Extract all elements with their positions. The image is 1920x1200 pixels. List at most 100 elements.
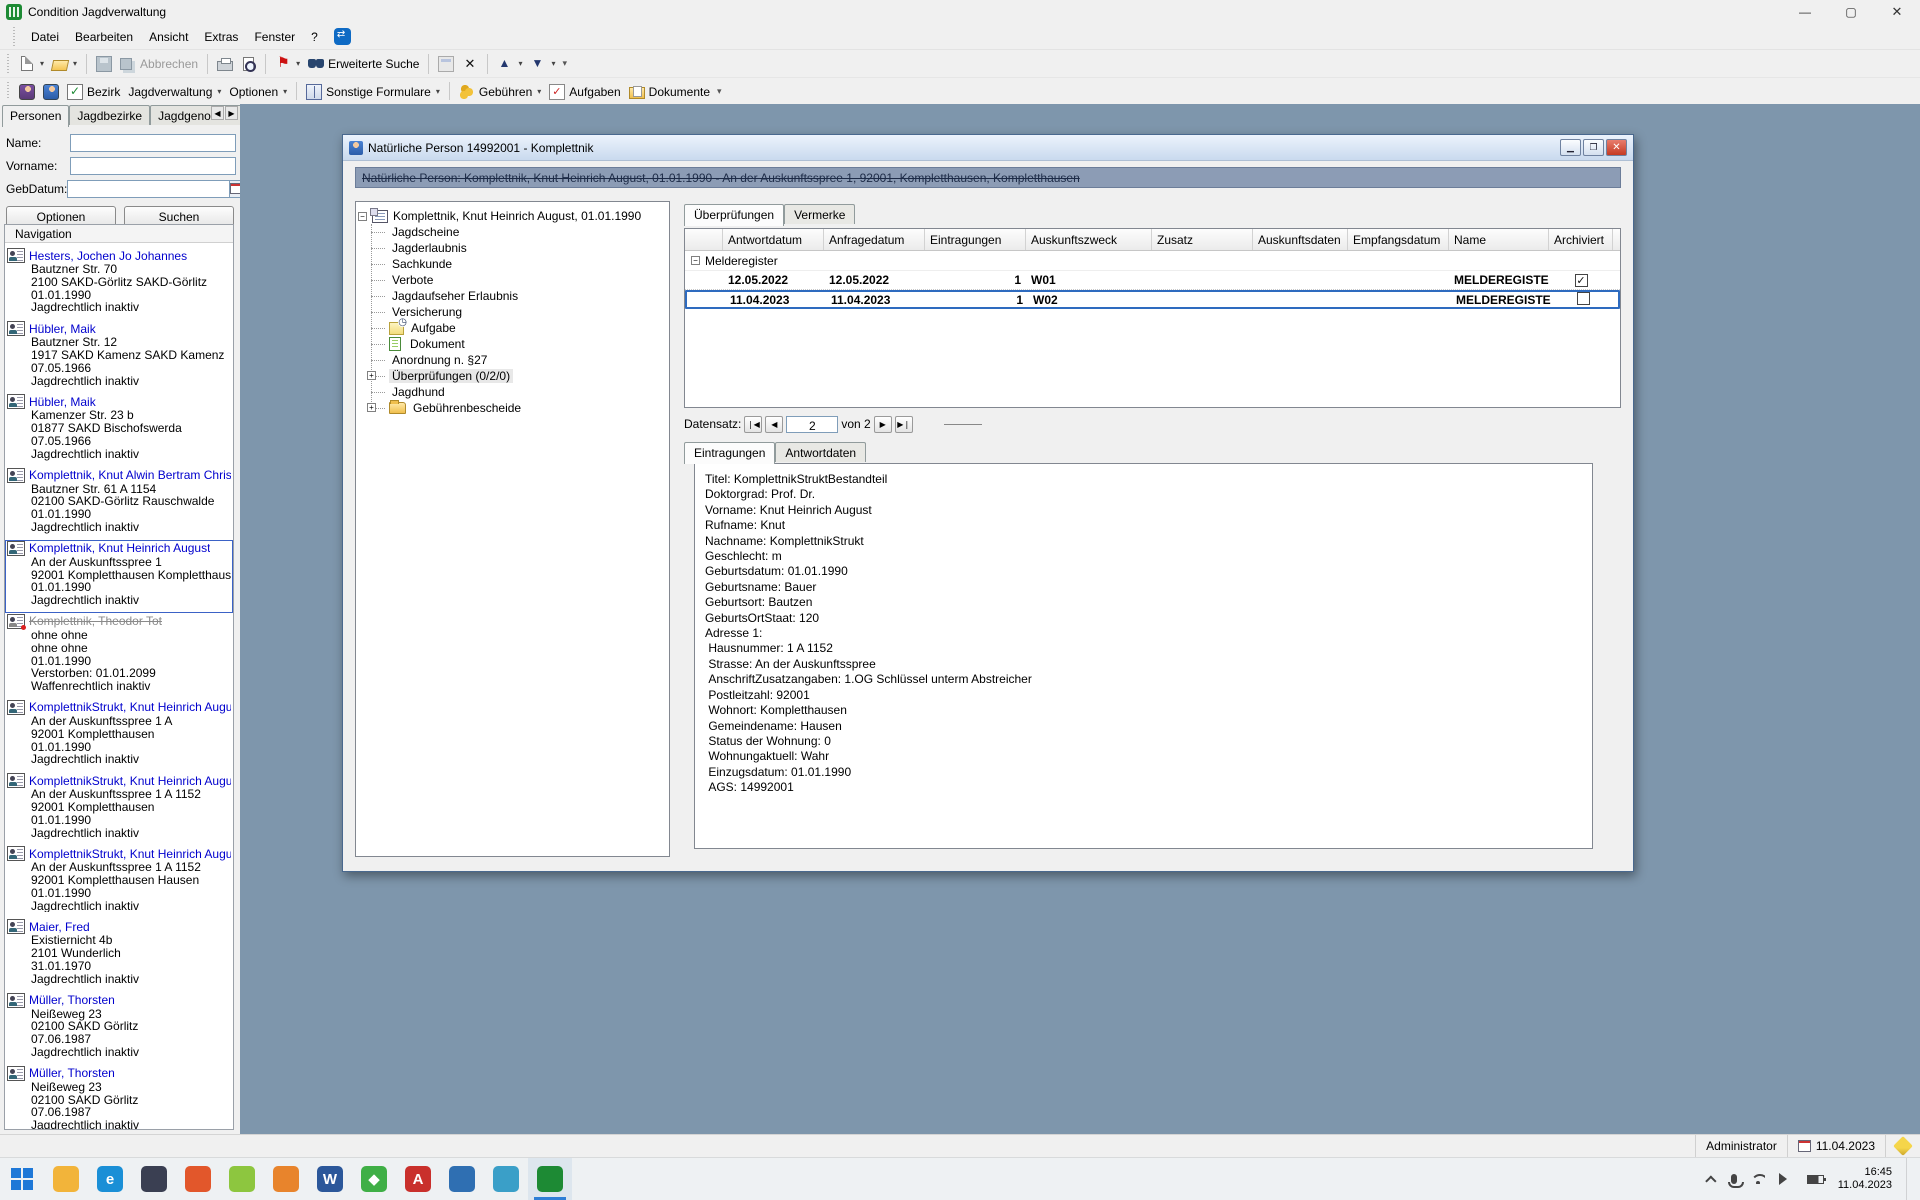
close-button[interactable]: ✕ [1874, 0, 1920, 24]
tree-item-dokument[interactable]: Dokument [371, 336, 667, 352]
expand-icon[interactable]: + [367, 371, 376, 380]
taskbar-clock[interactable]: 16:45 11.04.2023 [1838, 1166, 1892, 1192]
network-icon[interactable] [1751, 1174, 1765, 1184]
hidden-icons-chevron[interactable] [1705, 1175, 1716, 1186]
table-group-row[interactable]: − Melderegister [685, 251, 1620, 271]
file-explorer-icon[interactable] [44, 1158, 88, 1200]
tree-item-gebührenbescheide[interactable]: +Gebührenbescheide [371, 400, 667, 416]
browser-dark-icon[interactable] [132, 1158, 176, 1200]
menu-item-3[interactable]: Ansicht [141, 27, 196, 47]
record-number-input[interactable]: 2 [786, 416, 838, 433]
tree-item-jagdscheine[interactable]: Jagdscheine [371, 224, 667, 240]
optionen-menu-button[interactable]: Optionen▾ [225, 83, 291, 101]
column-header-anfragedatum[interactable]: Anfragedatum [824, 229, 925, 250]
diamond-green-icon[interactable]: ◆ [352, 1158, 396, 1200]
tab-überprüfungen[interactable]: Überprüfungen [684, 204, 784, 226]
person-list-item[interactable]: KomplettnikStrukt, Knut Heinrich AuguAn … [5, 772, 233, 845]
archiviert-checkbox[interactable] [1577, 292, 1590, 305]
tree-item-versicherung[interactable]: Versicherung [371, 304, 667, 320]
tree-item-sachkunde[interactable]: Sachkunde [371, 256, 667, 272]
menu-item-2[interactable]: Bearbeiten [67, 27, 141, 47]
expand-icon[interactable]: + [367, 403, 376, 412]
tree-item-jagdhund[interactable]: Jagdhund [371, 384, 667, 400]
column-header-archiviert[interactable]: Archiviert [1549, 229, 1613, 250]
table-row[interactable]: 12.05.202212.05.20221W01MELDEREGISTER✓ [685, 271, 1620, 290]
vorname-input[interactable] [70, 157, 236, 175]
move-up-button[interactable]: ▾ [493, 54, 526, 74]
print-button[interactable] [213, 55, 237, 73]
person-list-item[interactable]: Maier, FredExistiernicht 4b2101 Wunderli… [5, 918, 233, 991]
child-window-titlebar[interactable]: Natürliche Person 14992001 - Komplettnik… [343, 135, 1633, 161]
tree-item-verbote[interactable]: Verbote [371, 272, 667, 288]
column-header-zusatz[interactable]: Zusatz [1152, 229, 1253, 250]
person-list-item[interactable]: Hesters, Jochen Jo JohannesBautzner Str.… [5, 247, 233, 320]
tree-root-item[interactable]: − Komplettnik, Knut Heinrich August, 01.… [358, 208, 667, 224]
column-header-antwortdatum[interactable]: Antwortdatum [723, 229, 824, 250]
toolbar-overflow-icon[interactable]: ▾ [717, 86, 722, 97]
child-restore-button[interactable]: ❐ [1583, 139, 1604, 156]
tab-jagdbezirke[interactable]: Jagdbezirke [69, 105, 150, 125]
person-button[interactable] [39, 82, 63, 102]
column-header-name[interactable]: Name [1449, 229, 1549, 250]
maximize-button[interactable]: ▢ [1828, 0, 1874, 24]
pdf-blue-icon[interactable] [440, 1158, 484, 1200]
person-list-item[interactable]: Komplettnik, Theodor Totohne ohneohne oh… [5, 613, 233, 699]
flag-button[interactable]: ▾ [271, 54, 304, 74]
word-blue-icon[interactable]: W [308, 1158, 352, 1200]
tab-eintragungen[interactable]: Eintragungen [684, 442, 775, 464]
office-orange-icon[interactable] [264, 1158, 308, 1200]
aufgaben-button[interactable]: Aufgaben [545, 82, 624, 102]
person-list-item[interactable]: Hübler, MaikBautzner Str. 121917 SAKD Ka… [5, 320, 233, 393]
collapse-icon[interactable]: − [691, 256, 700, 265]
table-row[interactable]: 11.04.202311.04.20231W02MELDEREGISTER [685, 290, 1620, 309]
person-list-item[interactable]: KomplettnikStrukt, Knut Heinrich AuguAn … [5, 699, 233, 772]
gebdatum-input[interactable] [67, 180, 230, 198]
microphone-icon[interactable] [1731, 1174, 1737, 1184]
person-list-item[interactable]: Hübler, MaikKamenzer Str. 23 b01877 SAKD… [5, 393, 233, 466]
splitter-handle[interactable] [944, 424, 982, 425]
print-preview-button[interactable] [237, 54, 260, 74]
toolbar-overflow-icon[interactable]: ▾ [563, 58, 568, 69]
browser-blue-icon[interactable]: e [88, 1158, 132, 1200]
jagdverwaltung-menu-button[interactable]: Jagdverwaltung▾ [124, 83, 225, 101]
viewer-teal-icon[interactable] [484, 1158, 528, 1200]
previous-record-button[interactable]: ◀ [765, 416, 783, 433]
editor-green-icon[interactable] [220, 1158, 264, 1200]
show-desktop-button[interactable] [1906, 1158, 1914, 1200]
save-button[interactable] [92, 54, 116, 74]
battery-icon[interactable] [1807, 1175, 1824, 1184]
start-button[interactable] [0, 1158, 44, 1200]
sonstige-formulare-button[interactable]: Sonstige Formulare▾ [302, 82, 444, 102]
tree-item-anordnung-n-27[interactable]: Anordnung n. §27 [371, 352, 667, 368]
gebuehren-button[interactable]: Gebühren▾ [455, 82, 545, 102]
column-header-eintragungen[interactable]: Eintragungen [925, 229, 1026, 250]
person-list-item[interactable]: KomplettnikStrukt, Knut Heinrich AuguAn … [5, 845, 233, 918]
person-list-item[interactable]: Komplettnik, Knut Heinrich AugustAn der … [5, 540, 233, 613]
wizard-button[interactable] [15, 82, 39, 102]
child-close-button[interactable]: ✕ [1606, 139, 1627, 156]
menu-item-6[interactable]: ? [303, 27, 326, 47]
minimize-button[interactable]: — [1782, 0, 1828, 24]
acrobat-red-icon[interactable]: A [396, 1158, 440, 1200]
tree-item-jagdaufseher-erlaubnis[interactable]: Jagdaufseher Erlaubnis [371, 288, 667, 304]
name-input[interactable] [70, 134, 236, 152]
child-minimize-button[interactable]: ▁ [1560, 139, 1581, 156]
tab-personen[interactable]: Personen [2, 105, 69, 127]
last-record-button[interactable]: ▶❘ [895, 416, 913, 433]
delete-button[interactable] [458, 54, 482, 74]
bezirk-button[interactable]: Bezirk [63, 82, 124, 102]
tab-scroll-left-icon[interactable]: ◀ [211, 106, 224, 120]
person-list-item[interactable]: Komplettnik, Knut Alwin Bertram ChristBa… [5, 467, 233, 540]
volume-icon[interactable] [1779, 1173, 1793, 1185]
new-button[interactable]: ▾ [15, 54, 48, 73]
person-list-item[interactable]: Müller, ThorstenNeißeweg 2302100 SAKD Gö… [5, 992, 233, 1065]
menu-item-5[interactable]: Fenster [246, 27, 303, 47]
mail-orange-icon[interactable] [176, 1158, 220, 1200]
menu-item-1[interactable]: Datei [23, 27, 67, 47]
collapse-icon[interactable]: − [358, 212, 367, 221]
tree-item-aufgabe[interactable]: Aufgabe [371, 320, 667, 336]
column-header-auskunftszweck[interactable]: Auskunftszweck [1026, 229, 1152, 250]
column-header-auskunftsdaten[interactable]: Auskunftsdaten [1253, 229, 1348, 250]
menu-item-4[interactable]: Extras [196, 27, 246, 47]
teamviewer-icon[interactable] [334, 28, 351, 45]
